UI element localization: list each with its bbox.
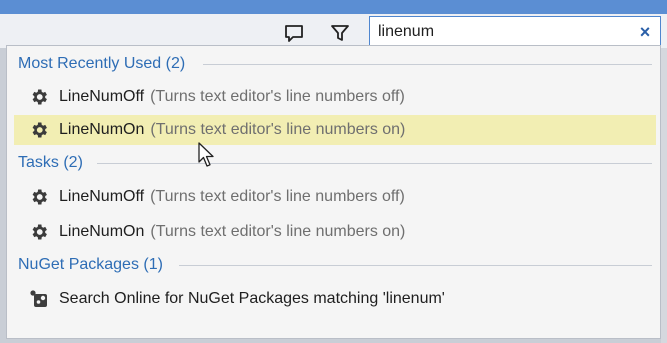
search-results-dropdown: Most Recently Used (2) LineNumOff (Turns… — [6, 45, 661, 339]
result-description: (Turns text editor's line numbers on) — [150, 121, 406, 138]
filter-icon[interactable] — [329, 22, 351, 44]
result-name: LineNumOn — [59, 121, 145, 138]
feedback-icon[interactable] — [283, 22, 305, 44]
nuget-icon — [28, 288, 50, 310]
result-item-linenumoff-mru[interactable]: LineNumOff (Turns text editor's line num… — [14, 82, 656, 112]
search-box: × — [369, 16, 661, 48]
result-item-linenumon-tasks[interactable]: LineNumOn (Turns text editor's line numb… — [14, 217, 656, 247]
gear-icon — [28, 221, 50, 243]
result-name: Search Online for NuGet Packages matchin… — [59, 290, 445, 307]
gear-icon — [28, 119, 50, 141]
result-name: LineNumOn — [59, 223, 145, 240]
gear-icon — [28, 186, 50, 208]
group-header-most-recently-used: Most Recently Used (2) — [18, 55, 186, 72]
result-description: (Turns text editor's line numbers on) — [150, 223, 406, 240]
result-description: (Turns text editor's line numbers off) — [150, 188, 405, 205]
clear-search-button[interactable]: × — [636, 22, 654, 42]
result-name: LineNumOff — [59, 188, 145, 205]
window-edge — [661, 48, 667, 343]
group-divider — [97, 163, 652, 164]
result-name: LineNumOff — [59, 88, 145, 105]
group-divider — [179, 265, 652, 266]
group-divider — [203, 64, 652, 65]
search-input[interactable] — [378, 21, 628, 43]
gear-icon — [28, 86, 50, 108]
result-item-linenumoff-tasks[interactable]: LineNumOff (Turns text editor's line num… — [14, 182, 656, 212]
result-item-linenumon-mru-selected[interactable]: LineNumOn (Turns text editor's line numb… — [14, 115, 656, 145]
group-header-nuget-packages: NuGet Packages (1) — [18, 256, 163, 273]
result-description: (Turns text editor's line numbers off) — [150, 88, 405, 105]
title-bar — [0, 0, 667, 14]
mouse-cursor-icon — [198, 142, 216, 168]
group-header-tasks: Tasks (2) — [18, 154, 83, 171]
result-item-nuget-search-online[interactable]: Search Online for NuGet Packages matchin… — [14, 284, 656, 314]
